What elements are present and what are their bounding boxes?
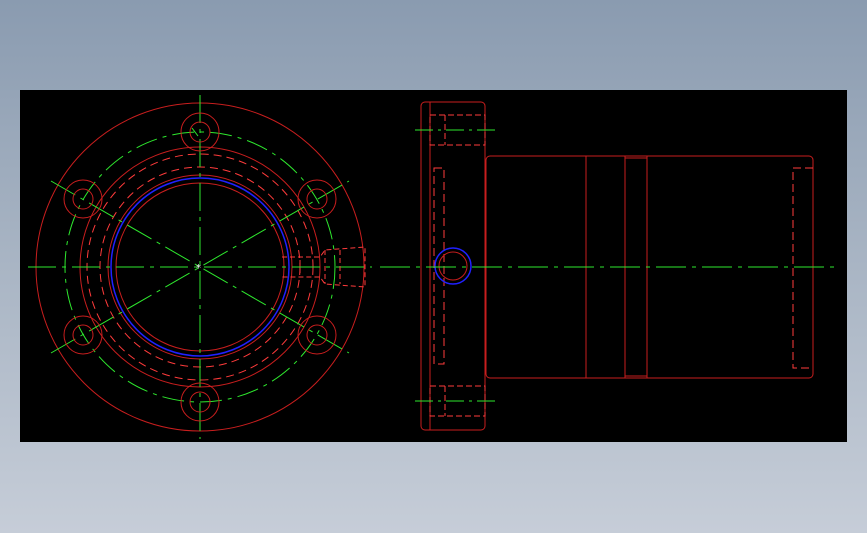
cad-viewport[interactable]: * (20, 90, 847, 442)
bolt-hole-bottom-right (297, 315, 337, 355)
center-mark: * (196, 263, 201, 274)
side-view (380, 101, 840, 431)
grease-hole (434, 247, 472, 285)
front-view: * (28, 95, 372, 439)
end-seal-hidden (792, 167, 813, 369)
drawing-svg: * (28, 95, 840, 439)
flange-outline (420, 101, 486, 431)
